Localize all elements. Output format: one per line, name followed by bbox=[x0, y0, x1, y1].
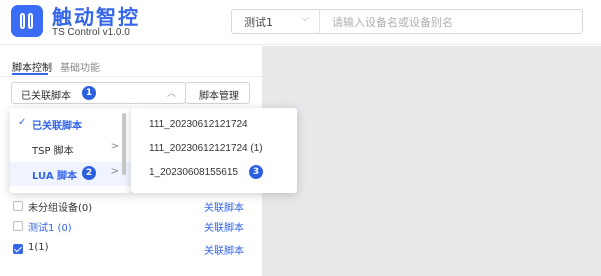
dropdown-item-tsp-scripts[interactable]: TSP 脚本 > bbox=[10, 137, 131, 161]
row-checkbox[interactable] bbox=[13, 244, 23, 254]
brand-title: 触动智控 bbox=[52, 5, 140, 29]
device-search: 测试1 ⌵ 请输入设备名或设备别名 bbox=[231, 9, 583, 34]
dropdown-item-lua-scripts[interactable]: LUA 脚本 > bbox=[10, 162, 131, 186]
step-badge-2: 2 bbox=[82, 166, 96, 180]
link-script-button[interactable]: 关联脚本 bbox=[204, 219, 244, 234]
row-checkbox[interactable] bbox=[13, 221, 23, 231]
dropdown-scrollbar[interactable] bbox=[122, 113, 126, 175]
script-manage-label: 脚本管理 bbox=[199, 91, 239, 102]
brand-subtitle: TS Control v1.0.0 bbox=[52, 27, 130, 38]
content-area bbox=[262, 46, 601, 276]
app-logo-icon bbox=[11, 5, 43, 37]
chevron-down-icon: ⌵ bbox=[301, 13, 309, 24]
link-script-button[interactable]: 关联脚本 bbox=[204, 242, 244, 257]
dropdown-item-label: 已关联脚本 bbox=[32, 121, 82, 132]
app-header: 触动智控 TS Control v1.0.0 测试1 ⌵ 请输入设备名或设备别名 bbox=[0, 0, 601, 45]
lua-script-submenu: 111_20230612121724 111_20230612121724 (1… bbox=[131, 108, 297, 193]
submenu-item-script[interactable]: 1_20230608155615 bbox=[149, 167, 238, 178]
tab-script-control[interactable]: 脚本控制 bbox=[12, 59, 52, 74]
tab-divider bbox=[0, 76, 262, 77]
chevron-right-icon: > bbox=[110, 141, 119, 152]
list-item: 1(1) 关联脚本 bbox=[0, 240, 262, 260]
search-input[interactable]: 请输入设备名或设备别名 bbox=[332, 14, 453, 30]
group-name: 1(1) bbox=[28, 242, 49, 253]
row-checkbox[interactable] bbox=[13, 201, 23, 211]
dropdown-item-label: TSP 脚本 bbox=[32, 146, 74, 157]
group-select[interactable]: 测试1 ⌵ bbox=[232, 10, 320, 33]
step-badge-1: 1 bbox=[82, 86, 96, 100]
submenu-item-script[interactable]: 111_20230612121724 (1) bbox=[149, 143, 263, 154]
group-name: 未分组设备(0) bbox=[28, 203, 93, 214]
step-badge-3: 3 bbox=[249, 165, 263, 179]
link-script-button[interactable]: 关联脚本 bbox=[204, 199, 244, 214]
submenu-item-script[interactable]: 111_20230612121724 bbox=[149, 119, 248, 130]
tab-basic-functions[interactable]: 基础功能 bbox=[60, 59, 100, 74]
group-name: 测试1 (0) bbox=[28, 223, 72, 234]
script-filter-select[interactable]: 已关联脚本 ︿ bbox=[11, 82, 186, 104]
list-item: 未分组设备(0) 关联脚本 bbox=[0, 197, 262, 217]
script-manage-button[interactable]: 脚本管理 bbox=[185, 82, 250, 104]
active-tab-indicator bbox=[12, 73, 48, 75]
dropdown-item-linked-scripts[interactable]: ✓ 已关联脚本 bbox=[10, 112, 131, 136]
script-filter-value: 已关联脚本 bbox=[21, 91, 71, 102]
group-select-value: 测试1 bbox=[244, 16, 273, 29]
chevron-up-icon: ︿ bbox=[166, 89, 176, 99]
list-item: 测试1 (0) 关联脚本 bbox=[0, 217, 262, 237]
dropdown-item-label: LUA 脚本 bbox=[32, 171, 78, 182]
script-type-dropdown: ✓ 已关联脚本 TSP 脚本 > LUA 脚本 > bbox=[10, 108, 131, 193]
chevron-right-icon: > bbox=[110, 166, 119, 177]
check-icon: ✓ bbox=[18, 117, 27, 128]
